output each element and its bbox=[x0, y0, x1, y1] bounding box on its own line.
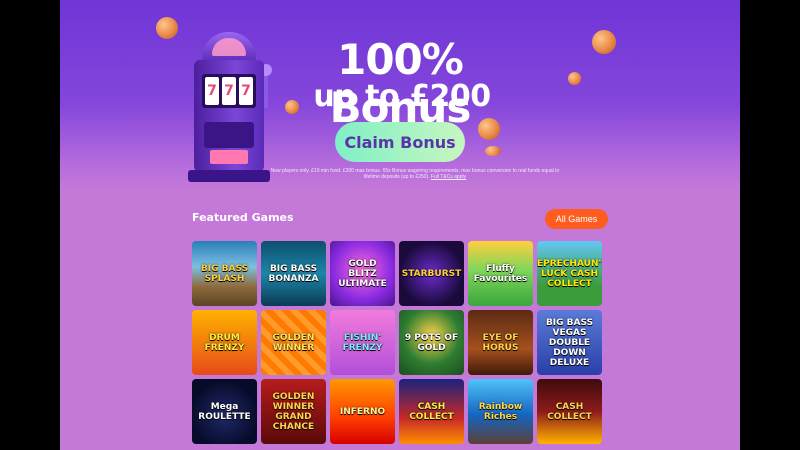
game-title: BIG BASS BONANZA bbox=[268, 263, 319, 284]
bonus-terms: New players only. £10 min fund. £200 max… bbox=[270, 168, 560, 180]
slot-machine-illustration bbox=[188, 32, 272, 182]
game-title: Rainbow Riches bbox=[478, 401, 523, 422]
game-title: FISHIN' FRENZY bbox=[342, 332, 383, 353]
bonus-subheadline: up to £200 bbox=[313, 79, 491, 114]
game-title: INFERNO bbox=[339, 406, 386, 417]
game-tile[interactable]: LEPRECHAUN'S LUCK CASH COLLECT bbox=[537, 241, 602, 306]
game-tile[interactable]: FISHIN' FRENZY bbox=[330, 310, 395, 375]
game-tile[interactable]: BIG BASS SPLASH bbox=[192, 241, 257, 306]
game-title: GOLDEN WINNER bbox=[272, 332, 315, 353]
coin-decoration bbox=[592, 30, 616, 54]
game-title: CASH COLLECT bbox=[547, 401, 592, 422]
game-tile[interactable]: 9 POTS OF GOLD bbox=[399, 310, 464, 375]
game-title: BIG BASS SPLASH bbox=[200, 263, 249, 284]
all-games-button[interactable]: All Games bbox=[545, 209, 608, 229]
game-title: STARBURST bbox=[401, 268, 462, 279]
coin-decoration bbox=[485, 146, 501, 156]
game-tile[interactable]: CASH COLLECT bbox=[399, 379, 464, 444]
game-tile[interactable]: BIG BASS BONANZA bbox=[261, 241, 326, 306]
game-title: GOLDEN WINNER GRAND CHANCE bbox=[272, 391, 315, 432]
game-title: Fluffy Favourites bbox=[473, 263, 528, 284]
game-tile[interactable]: EYE OF HORUS bbox=[468, 310, 533, 375]
bonus-banner: 100% Bonus up to £200 Claim Bonus New pl… bbox=[60, 0, 740, 188]
game-tile[interactable]: DRUM FRENZY bbox=[192, 310, 257, 375]
game-title: EYE OF HORUS bbox=[482, 332, 519, 353]
claim-bonus-button[interactable]: Claim Bonus bbox=[335, 122, 465, 162]
game-title: Mega ROULETTE bbox=[198, 401, 251, 422]
game-tile[interactable]: INFERNO bbox=[330, 379, 395, 444]
game-tile[interactable]: STARBURST bbox=[399, 241, 464, 306]
game-title: 9 POTS OF GOLD bbox=[404, 332, 459, 353]
game-tile[interactable]: Rainbow Riches bbox=[468, 379, 533, 444]
game-tile[interactable]: CASH COLLECT bbox=[537, 379, 602, 444]
game-tile[interactable]: GOLDEN WINNER GRAND CHANCE bbox=[261, 379, 326, 444]
game-title: GOLD BLITZ ULTIMATE bbox=[338, 258, 387, 289]
featured-games-title: Featured Games bbox=[192, 211, 294, 224]
game-title: LEPRECHAUN'S LUCK CASH COLLECT bbox=[537, 258, 602, 289]
coin-decoration bbox=[156, 17, 178, 39]
games-grid: BIG BASS SPLASH BIG BASS BONANZA GOLD BL… bbox=[192, 241, 606, 444]
game-tile[interactable]: GOLDEN WINNER bbox=[261, 310, 326, 375]
terms-text: New players only. £10 min fund. £200 max… bbox=[270, 168, 560, 180]
casino-page: 100% Bonus up to £200 Claim Bonus New pl… bbox=[60, 0, 740, 450]
terms-link[interactable]: Full T&Cs apply bbox=[431, 174, 466, 180]
game-tile[interactable]: GOLD BLITZ ULTIMATE bbox=[330, 241, 395, 306]
game-title: CASH COLLECT bbox=[409, 401, 454, 422]
game-title: DRUM FRENZY bbox=[204, 332, 245, 353]
game-tile[interactable]: Fluffy Favourites bbox=[468, 241, 533, 306]
game-tile[interactable]: BIG BASS VEGAS DOUBLE DOWN DELUXE bbox=[537, 310, 602, 375]
game-tile[interactable]: Mega ROULETTE bbox=[192, 379, 257, 444]
game-title: BIG BASS VEGAS DOUBLE DOWN DELUXE bbox=[545, 317, 594, 368]
coin-decoration bbox=[568, 72, 581, 85]
